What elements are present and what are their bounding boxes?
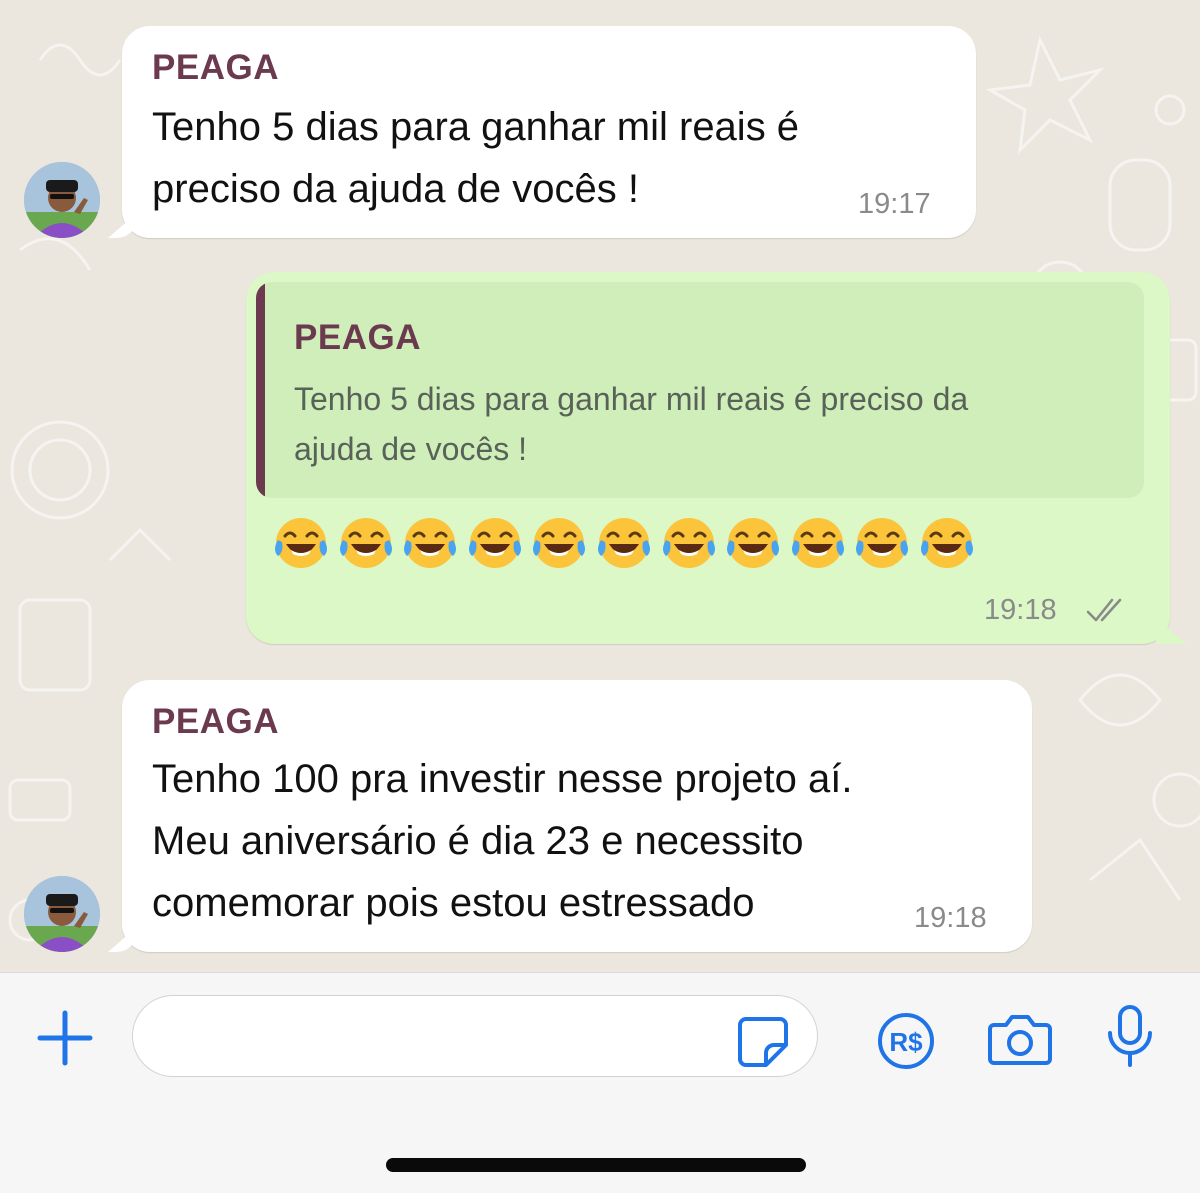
incoming-message-bubble[interactable]: PEAGA Tenho 100 pra investir nesse proje… bbox=[122, 680, 1032, 952]
emoji-tears-of-joy-icon bbox=[468, 518, 521, 568]
emoji-tears-of-joy-icon bbox=[404, 518, 457, 568]
emoji-row bbox=[272, 514, 976, 574]
emoji-tears-of-joy-icon bbox=[339, 518, 392, 568]
pix-payment-icon[interactable]: R$ bbox=[876, 1011, 936, 1071]
message-timestamp: 19:17 bbox=[858, 188, 931, 220]
contact-avatar[interactable] bbox=[24, 876, 100, 952]
message-input[interactable] bbox=[132, 995, 818, 1077]
quoted-message-text: Tenho 5 dias para ganhar mil reais é pre… bbox=[294, 381, 969, 467]
quoted-message[interactable]: PEAGA Tenho 5 dias para ganhar mil reais… bbox=[256, 282, 1144, 498]
contact-avatar[interactable] bbox=[24, 162, 100, 238]
emoji-tears-of-joy-icon bbox=[856, 518, 909, 568]
emoji-tears-of-joy-icon bbox=[727, 518, 780, 568]
message-timestamp: 19:18 bbox=[914, 902, 987, 934]
emoji-tears-of-joy-icon bbox=[791, 518, 844, 568]
emoji-tears-of-joy-icon bbox=[533, 518, 586, 568]
microphone-icon[interactable] bbox=[1102, 1003, 1158, 1071]
chat-area[interactable]: PEAGA Tenho 5 dias para ganhar mil reais… bbox=[0, 0, 1200, 972]
emoji-tears-of-joy-icon bbox=[275, 518, 327, 568]
read-receipt-double-check-icon bbox=[1086, 598, 1122, 622]
quoted-sender-name: PEAGA bbox=[294, 318, 421, 357]
quote-accent-bar bbox=[256, 282, 265, 498]
message-sender-name: PEAGA bbox=[152, 702, 279, 741]
emoji-tears-of-joy-icon bbox=[662, 518, 715, 568]
sticker-icon[interactable] bbox=[736, 1015, 790, 1069]
outgoing-message-bubble[interactable]: PEAGA Tenho 5 dias para ganhar mil reais… bbox=[246, 272, 1170, 644]
message-text: Tenho 100 pra investir nesse projeto aí.… bbox=[152, 757, 853, 925]
message-sender-name: PEAGA bbox=[152, 48, 279, 87]
svg-text:R$: R$ bbox=[889, 1027, 923, 1057]
emoji-tears-of-joy-icon bbox=[920, 518, 973, 568]
home-indicator[interactable] bbox=[386, 1158, 806, 1172]
incoming-message-bubble[interactable]: PEAGA Tenho 5 dias para ganhar mil reais… bbox=[122, 26, 976, 238]
message-timestamp: 19:18 bbox=[984, 594, 1057, 626]
message-text: Tenho 5 dias para ganhar mil reais é pre… bbox=[152, 105, 800, 211]
plus-icon[interactable] bbox=[34, 1007, 96, 1069]
camera-icon[interactable] bbox=[986, 1009, 1054, 1069]
emoji-tears-of-joy-icon bbox=[597, 518, 650, 568]
